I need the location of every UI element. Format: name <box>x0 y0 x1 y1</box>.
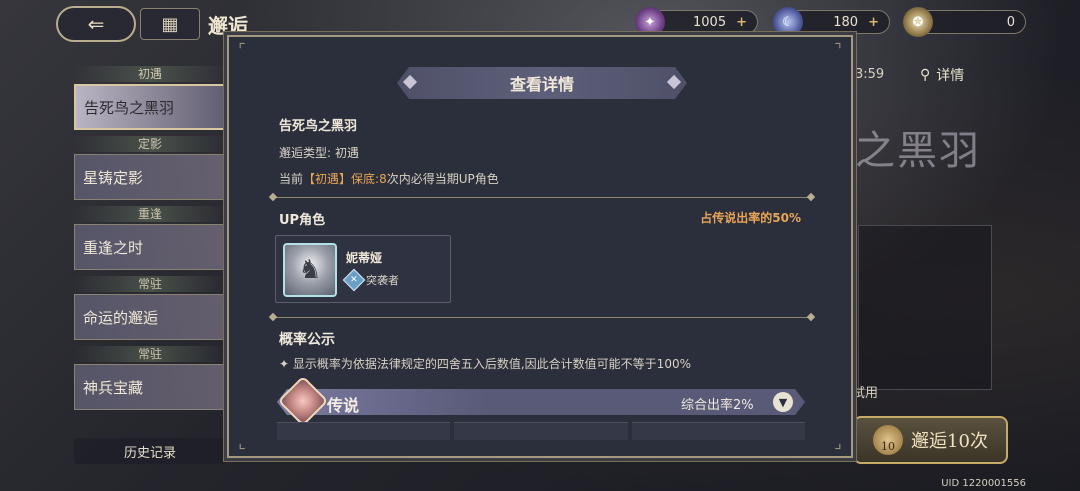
pity-info: 当前【初遇】保底:8次内必得当期UP角色 <box>279 170 499 187</box>
probability-note: ✦ 显示概率为依据法律规定的四舍五入后数值,因此合计数值可能不等于100% <box>279 357 691 371</box>
modal-title: 查看详情 <box>397 67 687 99</box>
detail-button[interactable]: ⚲ 详情 <box>920 62 996 88</box>
trial-button[interactable]: 试用 <box>852 382 878 401</box>
corner-ornament-icon: ⌟ <box>834 433 842 452</box>
character-name: 妮蒂娅 <box>346 251 383 265</box>
category-label: 定影 <box>74 136 226 152</box>
legend-rarity-icon <box>277 375 329 427</box>
pity-suffix: 次内必得当期UP角色 <box>386 172 499 186</box>
countdown-timer: 3:59 <box>855 67 885 82</box>
history-button[interactable]: 历史记录 <box>74 438 226 464</box>
summon-10-button[interactable]: 10 邂逅10次 <box>853 416 1008 464</box>
banner-item-divine-weapon[interactable]: 神兵宝藏 <box>74 364 226 410</box>
back-arrow-icon: ⇐ <box>87 12 105 36</box>
pity-prefix: 当前 <box>279 172 304 186</box>
table-cell <box>454 422 628 440</box>
probability-table-header <box>277 422 805 440</box>
pity-highlight: 【初遇】保底: <box>303 172 380 186</box>
legend-rarity-rate: 综合出率2% <box>681 398 754 413</box>
purple-crystal-icon: ✦ <box>635 7 665 37</box>
currency-moonstone[interactable]: ☾ 180 + <box>773 7 890 37</box>
table-cell <box>277 422 451 440</box>
moon-stone-icon: ☾ <box>773 7 803 37</box>
summon-ticket-icon: 10 <box>873 425 904 455</box>
pool-type-value: 初遇 <box>335 146 360 160</box>
up-rate: 占传说出率的50% <box>700 211 801 225</box>
pity-number: 8 <box>379 172 387 186</box>
summon-label: 邂逅10次 <box>911 431 988 452</box>
assault-role-icon: ✕ <box>342 268 366 292</box>
currency-value: 1005 <box>693 14 727 30</box>
corner-ornament-icon: ⌝ <box>834 40 842 59</box>
pool-type-label: 邂逅类型: <box>279 146 332 160</box>
up-section-label: UP角色 <box>279 213 326 228</box>
chevron-down-icon[interactable]: ▼ <box>773 392 793 412</box>
category-label: 初遇 <box>74 66 226 82</box>
ticket-count: 10 <box>881 440 896 453</box>
add-currency-button[interactable]: + <box>868 15 879 30</box>
preview-panel <box>858 225 992 390</box>
character-portrait: ♞ <box>283 243 337 297</box>
banner-item-first-meet[interactable]: 告死鸟之黑羽 <box>74 84 226 130</box>
character-role: ✕ 突袭者 <box>342 268 399 292</box>
section-divider <box>273 197 811 198</box>
role-label: 突袭者 <box>366 274 399 287</box>
section-divider <box>273 317 811 318</box>
detail-modal: ⌜ ⌝ ⌞ ⌟ 查看详情 告死鸟之黑羽 邂逅类型: 初遇 当前【初遇】保底:8次内… <box>227 35 853 458</box>
user-id: UID 1220001556 <box>941 478 1026 489</box>
star-coin-icon: ✪ <box>903 7 933 37</box>
category-label: 常驻 <box>74 276 226 292</box>
probability-title: 概率公示 <box>279 332 335 348</box>
table-cell <box>631 422 805 440</box>
search-icon: ⚲ <box>920 67 931 83</box>
category-label: 重逢 <box>74 206 226 222</box>
detail-label: 详情 <box>936 68 965 84</box>
category-label: 常驻 <box>74 346 226 362</box>
home-button[interactable]: ▦ <box>140 8 200 40</box>
currency-value: 180 <box>833 14 859 30</box>
banner-item-fate[interactable]: 命运的邂逅 <box>74 294 226 340</box>
legend-rarity-label: 传说 <box>327 396 360 415</box>
grid-home-icon: ▦ <box>161 13 179 35</box>
banner-title-art: 之黑羽 <box>855 128 981 174</box>
corner-ornament-icon: ⌜ <box>238 40 246 59</box>
back-button[interactable]: ⇐ <box>56 6 136 42</box>
currency-starcoin[interactable]: ✪ 0 <box>903 7 1026 37</box>
banner-item-reunion[interactable]: 重逢之时 <box>74 224 226 270</box>
currency-value: 0 <box>1006 14 1015 30</box>
pool-type: 邂逅类型: 初遇 <box>279 144 359 161</box>
banner-item-star-forge[interactable]: 星铸定影 <box>74 154 226 200</box>
up-character-card[interactable]: ♞ 妮蒂娅 ✕ 突袭者 <box>275 235 451 303</box>
add-currency-button[interactable]: + <box>736 15 747 30</box>
pool-name: 告死鸟之黑羽 <box>279 119 358 134</box>
currency-crystal[interactable]: ✦ 1005 + <box>635 7 758 37</box>
banner-sidebar: 初遇 告死鸟之黑羽 定影 星铸定影 重逢 重逢之时 常驻 命运的邂逅 常驻 神兵… <box>74 66 226 416</box>
corner-ornament-icon: ⌞ <box>238 433 246 452</box>
